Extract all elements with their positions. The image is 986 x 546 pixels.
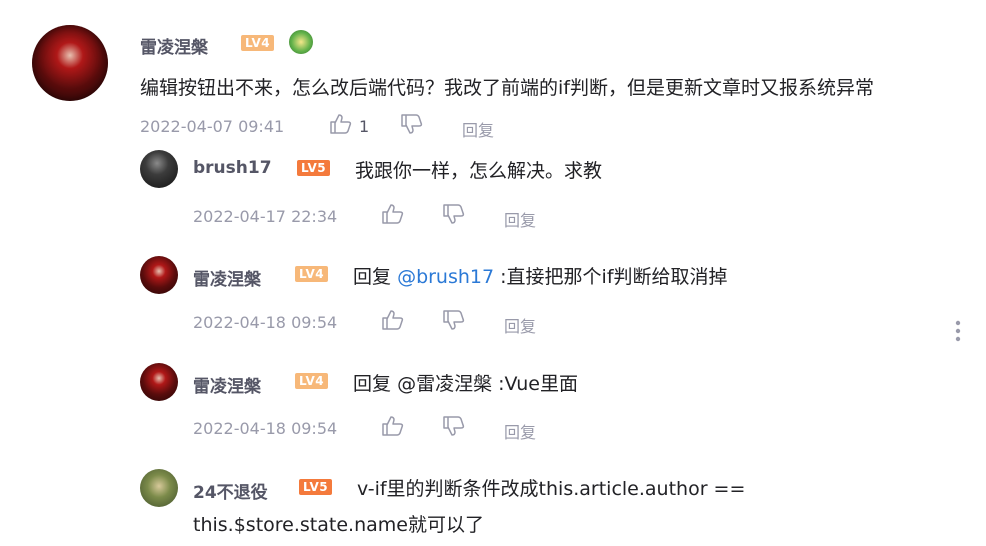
reply-time: 2022-04-18 09:54 — [193, 313, 338, 332]
reply-text-continued: this.$store.state.name就可以了 — [193, 514, 484, 536]
avatar[interactable] — [140, 150, 178, 188]
mention-link[interactable]: @雷凌涅槃 — [397, 373, 492, 395]
thumbs-up-icon[interactable] — [382, 204, 404, 224]
thumbs-down-icon[interactable] — [443, 204, 465, 224]
thumbs-up-icon[interactable] — [330, 114, 352, 134]
level-badge: LV5 — [299, 479, 333, 495]
mention-link[interactable]: @brush17 — [397, 266, 494, 288]
reply-text: 我跟你一样，怎么解决。求教 — [355, 160, 603, 182]
comment-time: 2022-04-07 09:41 — [140, 117, 285, 136]
reply-author[interactable]: 24不退役 — [193, 478, 268, 503]
thumbs-down-icon[interactable] — [443, 416, 465, 436]
reply-text: 回复 @brush17 :直接把那个if判断给取消掉 — [353, 262, 728, 289]
level-badge: LV4 — [241, 35, 275, 51]
reply-text: 回复 @雷凌涅槃 :Vue里面 — [353, 369, 578, 396]
thumbs-up-icon[interactable] — [382, 310, 404, 330]
reply-prefix: 回复 — [353, 373, 392, 395]
thumbs-up-icon[interactable] — [382, 416, 404, 436]
reply-button[interactable]: 回复 — [462, 117, 494, 141]
level-badge: LV4 — [295, 266, 329, 282]
reply-author[interactable]: 雷凌涅槃 — [193, 265, 261, 290]
level-badge: LV5 — [297, 160, 331, 176]
reply-body: :直接把那个if判断给取消掉 — [500, 266, 728, 288]
level-badge: LV4 — [295, 373, 329, 389]
comment-author[interactable]: 雷凌涅槃 — [140, 33, 208, 58]
avatar[interactable] — [32, 25, 108, 101]
reply-button[interactable]: 回复 — [504, 313, 536, 337]
reply-text: v-if里的判断条件改成this.article.author == — [357, 478, 746, 500]
like-count: 1 — [359, 117, 370, 136]
achievement-badge-icon — [289, 30, 313, 54]
reply-button[interactable]: 回复 — [504, 207, 536, 231]
more-vertical-icon[interactable] — [952, 320, 964, 342]
reply-author[interactable]: 雷凌涅槃 — [193, 372, 261, 397]
reply-time: 2022-04-18 09:54 — [193, 419, 338, 438]
avatar[interactable] — [140, 256, 178, 294]
avatar[interactable] — [140, 469, 178, 507]
reply-button[interactable]: 回复 — [504, 419, 536, 443]
reply-author[interactable]: brush17 — [193, 158, 272, 178]
thumbs-down-icon[interactable] — [443, 310, 465, 330]
reply-body: :Vue里面 — [498, 373, 578, 395]
reply-time: 2022-04-17 22:34 — [193, 207, 338, 226]
avatar[interactable] — [140, 363, 178, 401]
thumbs-down-icon[interactable] — [401, 114, 423, 134]
comment-text: 编辑按钮出不来，怎么改后端代码？我改了前端的if判断，但是更新文章时又报系统异常 — [140, 77, 874, 99]
reply-prefix: 回复 — [353, 266, 392, 288]
